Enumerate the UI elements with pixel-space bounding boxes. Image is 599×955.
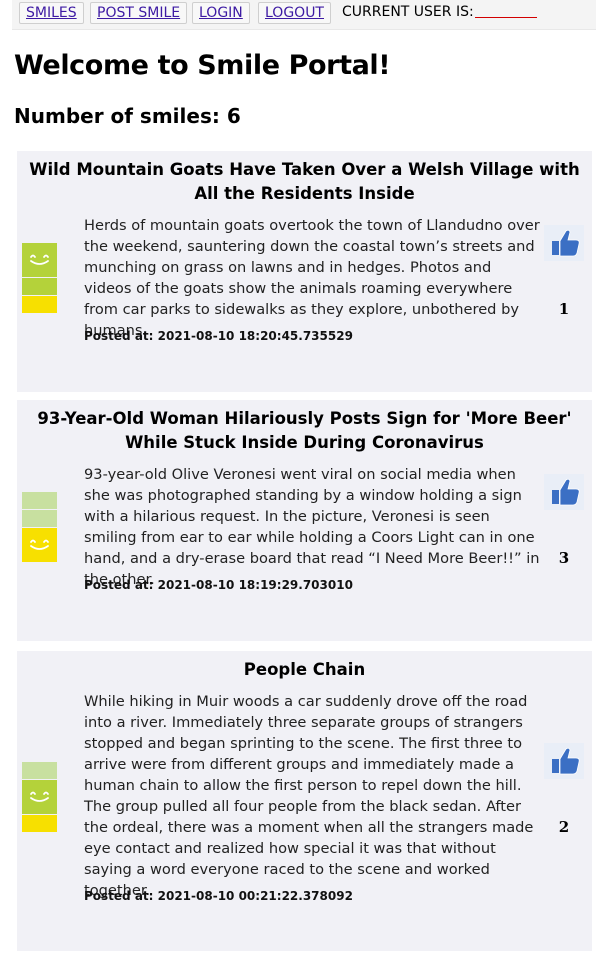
thumbs-up-icon[interactable] [544,225,584,261]
smile-title: People Chain [243,660,366,679]
smile-text: Herds of mountain goats overtook the tow… [84,217,540,339]
thumbs-up-icon[interactable] [544,743,584,779]
smile-posted-at: Posted at: 2021-08-10 18:19:29.703010 [84,578,353,592]
current-user-label: CURRENT USER IS: [342,4,474,20]
current-user-underline [475,17,537,18]
smile-text: 93-year-old Olive Veronesi went viral on… [84,466,540,588]
smile-meter-segment [22,492,57,509]
smile-like-count: 3 [558,549,570,567]
smile-posted-at: Posted at: 2021-08-10 00:21:22.378092 [84,889,353,903]
smile-face-icon [30,791,49,802]
smile-text: While hiking in Muir woods a car suddenl… [84,693,534,899]
smile-posted-at: Posted at: 2021-08-10 18:20:45.735529 [84,329,353,343]
smile-meter-segment [22,815,57,832]
nav-login-link[interactable]: LOGIN [192,2,250,24]
smile-meter-segment [22,278,57,295]
smile-meter-segment [22,528,57,562]
smile-meter-icon [22,762,57,833]
smile-meter-segment [22,243,57,277]
smile-card: Wild Mountain Goats Have Taken Over a We… [17,151,592,392]
smile-meter-segment [22,296,57,313]
page-title: Welcome to Smile Portal! [14,50,391,81]
smile-card: 93-Year-Old Woman Hilariously Posts Sign… [17,400,592,641]
smile-like-count: 2 [558,818,570,836]
top-nav-bar: SMILES POST SMILE LOGIN LOGOUT CURRENT U… [12,0,596,30]
nav-smiles-link[interactable]: SMILES [19,2,84,24]
smile-meter-segment [22,780,57,814]
thumbs-up-icon[interactable] [544,474,584,510]
smile-face-icon [30,539,49,550]
smile-face-icon [30,254,49,265]
smile-like-count: 1 [558,300,570,318]
nav-logout-link[interactable]: LOGOUT [258,2,331,24]
smile-title: 93-Year-Old Woman Hilariously Posts Sign… [37,409,572,452]
smile-meter-segment [22,762,57,779]
nav-post-smile-link[interactable]: POST SMILE [90,2,188,24]
smile-meter-icon [22,243,57,314]
smile-meter-segment [22,510,57,527]
smile-count: Number of smiles: 6 [14,104,241,128]
smile-meter-icon [22,492,57,563]
smile-title: Wild Mountain Goats Have Taken Over a We… [29,160,580,203]
smile-card: People Chain While hiking in Muir woods … [17,651,592,951]
